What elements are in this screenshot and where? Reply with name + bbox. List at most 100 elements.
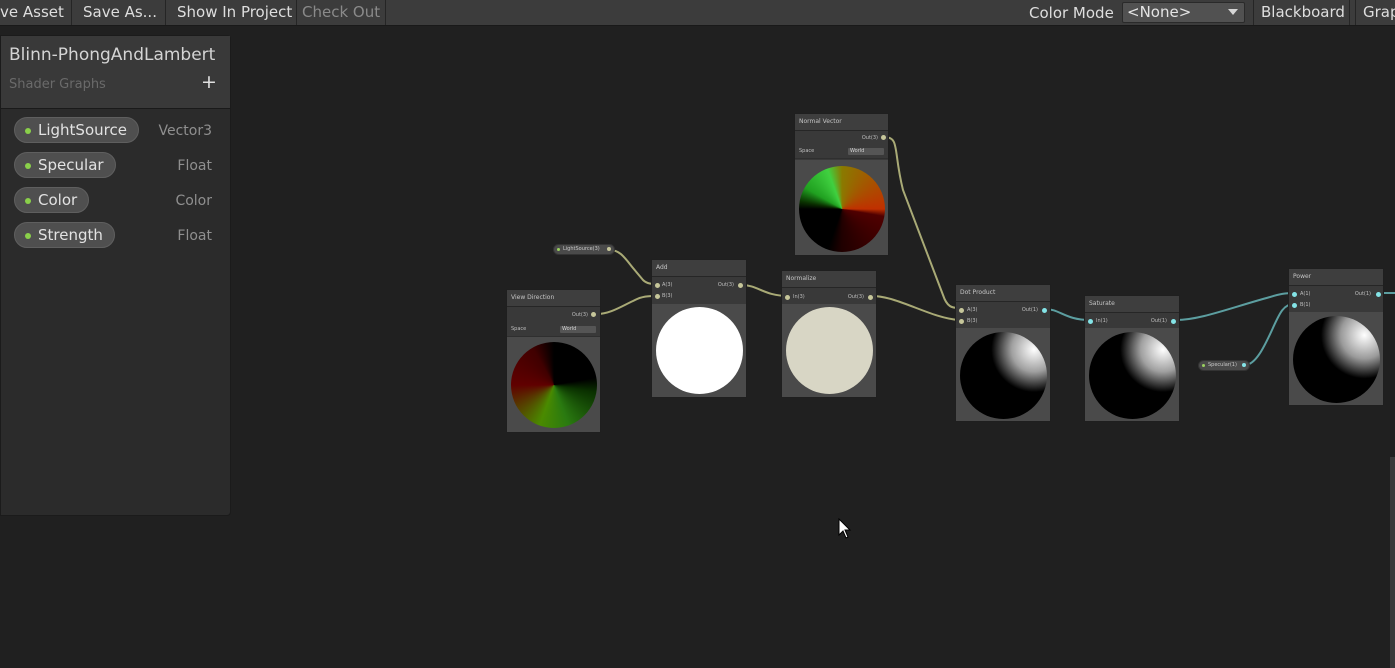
port-label: Out(3) bbox=[717, 282, 734, 288]
exposed-dot-icon bbox=[25, 198, 31, 204]
port-dot-icon[interactable] bbox=[881, 135, 886, 140]
blackboard-panel: Blinn-PhongAndLambert Shader Graphs + Li… bbox=[0, 35, 231, 516]
space-label: Space bbox=[799, 148, 815, 154]
port-dot-icon[interactable] bbox=[591, 312, 596, 317]
input-port-a[interactable]: A(3) Out(1) bbox=[956, 305, 1050, 316]
property-type: Float bbox=[177, 228, 212, 244]
node-preview bbox=[782, 304, 876, 397]
space-control: Space World bbox=[507, 323, 600, 337]
mouse-cursor-icon bbox=[838, 518, 852, 539]
port-label: In(3) bbox=[793, 294, 805, 300]
port-label: Out(3) bbox=[861, 135, 878, 141]
exposed-dot-icon bbox=[25, 233, 31, 239]
port-label: Out(3) bbox=[847, 294, 864, 300]
port-dot-icon[interactable] bbox=[1292, 292, 1297, 297]
port-dot-icon[interactable] bbox=[959, 319, 964, 324]
input-port-in[interactable]: In(3) Out(3) bbox=[782, 292, 876, 303]
property-pill[interactable]: Specular bbox=[14, 152, 116, 178]
port-label: Out(1) bbox=[1354, 291, 1371, 297]
port-dot-icon[interactable] bbox=[607, 247, 611, 251]
graph-path[interactable]: Shader Graphs bbox=[9, 77, 106, 92]
port-label: B(1) bbox=[1300, 302, 1311, 308]
graph-title[interactable]: Blinn-PhongAndLambert bbox=[9, 45, 215, 65]
node-add[interactable]: Add A(3) Out(3) B(3) bbox=[651, 259, 747, 398]
port-dot-icon[interactable] bbox=[738, 283, 743, 288]
property-node-specular[interactable]: Specular(1) bbox=[1198, 360, 1250, 371]
input-port-a[interactable]: A(1) Out(1) bbox=[1289, 289, 1383, 300]
port-dot-icon[interactable] bbox=[1376, 292, 1381, 297]
exposed-dot-icon bbox=[557, 248, 560, 251]
preview-sphere bbox=[1293, 316, 1380, 403]
property-name: Specular bbox=[38, 156, 104, 174]
output-port[interactable]: Out(3) bbox=[507, 307, 600, 323]
port-dot-icon[interactable] bbox=[1171, 319, 1176, 324]
preview-sphere bbox=[511, 342, 597, 428]
property-name: LightSource bbox=[38, 121, 127, 139]
preview-sphere bbox=[960, 332, 1047, 419]
port-label: Out(1) bbox=[1021, 307, 1038, 313]
node-normal-vector[interactable]: Normal Vector Out(3) Space World bbox=[794, 113, 889, 256]
input-port-b[interactable]: B(1) bbox=[1289, 300, 1383, 311]
node-preview bbox=[1289, 312, 1383, 405]
port-dot-icon[interactable] bbox=[959, 308, 964, 313]
node-preview bbox=[507, 337, 600, 432]
node-title: Add bbox=[652, 260, 746, 277]
port-dot-icon[interactable] bbox=[785, 295, 790, 300]
node-title: View Direction bbox=[507, 290, 600, 307]
property-node-label: LightSource(3) bbox=[563, 246, 600, 252]
port-label: A(3) bbox=[662, 282, 673, 288]
port-dot-icon[interactable] bbox=[1042, 308, 1047, 313]
preview-sphere bbox=[1089, 332, 1176, 419]
space-control: Space World bbox=[795, 145, 888, 159]
input-port-b[interactable]: B(3) bbox=[956, 316, 1050, 327]
property-row-specular[interactable]: Specular Float bbox=[1, 150, 230, 182]
wire-saturate-to-power-a bbox=[1175, 292, 1295, 321]
exposed-dot-icon bbox=[25, 163, 31, 169]
port-label: B(3) bbox=[662, 293, 673, 299]
node-preview bbox=[795, 160, 888, 255]
node-view-direction[interactable]: View Direction Out(3) Space World bbox=[506, 289, 601, 433]
node-power[interactable]: Power A(1) Out(1) B(1) bbox=[1288, 268, 1384, 406]
property-pill[interactable]: Color bbox=[14, 187, 90, 213]
output-port[interactable]: Out(3) bbox=[795, 131, 888, 145]
wire-specular-to-power-b bbox=[1244, 303, 1295, 366]
preview-sphere bbox=[656, 307, 743, 394]
space-select[interactable]: World bbox=[848, 148, 884, 155]
node-title: Power bbox=[1289, 269, 1383, 286]
port-dot-icon[interactable] bbox=[868, 295, 873, 300]
node-dot-product[interactable]: Dot Product A(3) Out(1) B(3) bbox=[955, 284, 1051, 422]
node-preview bbox=[652, 304, 746, 397]
vertical-scrollbar[interactable] bbox=[1390, 457, 1395, 668]
node-title: Dot Product bbox=[956, 285, 1050, 302]
node-saturate[interactable]: Saturate In(1) Out(1) bbox=[1084, 295, 1180, 422]
input-port-b[interactable]: B(3) bbox=[652, 291, 746, 302]
property-type: Float bbox=[177, 158, 212, 174]
property-row-lightsource[interactable]: LightSource Vector3 bbox=[1, 115, 230, 147]
property-type: Vector3 bbox=[158, 123, 212, 139]
port-dot-icon[interactable] bbox=[655, 283, 660, 288]
port-label: In(1) bbox=[1096, 318, 1108, 324]
node-preview bbox=[956, 328, 1050, 421]
node-normalize[interactable]: Normalize In(3) Out(3) bbox=[781, 270, 877, 398]
property-name: Color bbox=[38, 191, 78, 209]
space-select[interactable]: World bbox=[560, 326, 596, 333]
property-pill[interactable]: Strength bbox=[14, 222, 115, 248]
wire-viewdir-to-add-b bbox=[596, 295, 659, 315]
property-type: Color bbox=[175, 193, 212, 209]
property-node-lightsource[interactable]: LightSource(3) bbox=[553, 244, 615, 255]
port-label: Out(3) bbox=[571, 312, 588, 318]
property-pill[interactable]: LightSource bbox=[14, 117, 139, 143]
property-row-color[interactable]: Color Color bbox=[1, 185, 230, 217]
add-icon[interactable]: + bbox=[201, 72, 217, 92]
preview-sphere bbox=[799, 166, 885, 252]
input-port-in[interactable]: In(1) Out(1) bbox=[1085, 316, 1179, 327]
property-name: Strength bbox=[38, 226, 103, 244]
exposed-dot-icon bbox=[1202, 364, 1205, 367]
input-port-a[interactable]: A(3) Out(3) bbox=[652, 280, 746, 291]
port-dot-icon[interactable] bbox=[1292, 303, 1297, 308]
port-dot-icon[interactable] bbox=[655, 294, 660, 299]
port-dot-icon[interactable] bbox=[1242, 363, 1246, 367]
port-dot-icon[interactable] bbox=[1088, 319, 1093, 324]
property-row-strength[interactable]: Strength Float bbox=[1, 220, 230, 252]
wire-normal-to-dot-a bbox=[883, 136, 960, 309]
